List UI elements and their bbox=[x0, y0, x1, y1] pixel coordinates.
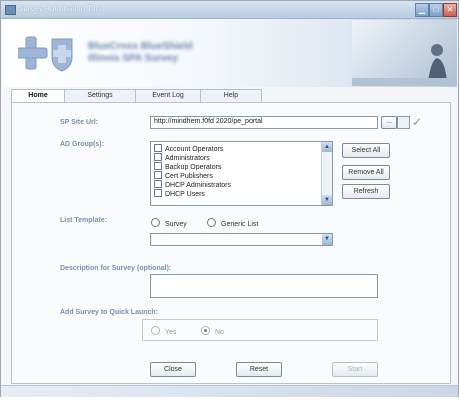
app-icon bbox=[5, 5, 16, 15]
banner-artwork bbox=[352, 20, 457, 86]
tab-settings[interactable]: Settings bbox=[64, 89, 136, 102]
list-item[interactable]: Cert Publishers bbox=[154, 171, 213, 180]
browse-button[interactable]: ... bbox=[381, 116, 397, 129]
scroll-down-icon[interactable]: ▼ bbox=[322, 195, 332, 205]
window-title: Survey Automation Tool bbox=[18, 4, 102, 13]
home-panel: SP Site Url: http://mindhem.f0fd 2020/pe… bbox=[11, 102, 451, 384]
list-item[interactable]: DHCP Administrators bbox=[154, 180, 231, 189]
list-item[interactable]: Backup Operators bbox=[154, 162, 221, 171]
close-button[interactable]: Close bbox=[150, 362, 196, 377]
yes-radio[interactable]: Yes bbox=[151, 326, 176, 336]
sp-site-label: SP Site Url: bbox=[60, 119, 98, 126]
checkbox[interactable] bbox=[154, 180, 162, 188]
quick-launch-group: Yes No bbox=[142, 319, 378, 341]
quick-launch-label: Add Survey to Quick Launch: bbox=[60, 309, 159, 316]
tab-event-log[interactable]: Event Log bbox=[135, 89, 201, 102]
checkbox[interactable] bbox=[154, 189, 162, 197]
header-banner: BlueCross BlueShield Illinois SPA Survey bbox=[2, 19, 457, 87]
list-template-select[interactable]: ▼ bbox=[150, 233, 333, 246]
minimize-button[interactable]: ▁ bbox=[415, 3, 429, 17]
list-item[interactable]: Account Operators bbox=[154, 144, 223, 153]
refresh-button[interactable]: Refresh bbox=[342, 184, 390, 199]
validate-box bbox=[397, 116, 410, 129]
tab-help[interactable]: Help bbox=[200, 89, 262, 102]
list-template-label: List Template: bbox=[60, 217, 107, 224]
list-item[interactable]: DHCP Users bbox=[154, 189, 205, 198]
tab-home[interactable]: Home bbox=[11, 89, 65, 103]
sp-site-url-input[interactable]: http://mindhem.f0fd 2020/pe_portal bbox=[150, 116, 378, 129]
start-button[interactable]: Start bbox=[332, 362, 378, 377]
chevron-down-icon[interactable]: ▼ bbox=[322, 234, 332, 245]
generic-list-radio[interactable]: Generic List bbox=[207, 218, 258, 228]
maximize-button[interactable]: □ bbox=[429, 3, 443, 17]
scroll-up-icon[interactable]: ▲ bbox=[322, 142, 332, 152]
list-item[interactable]: Administrators bbox=[154, 153, 210, 162]
close-window-button[interactable]: ✕ bbox=[443, 3, 457, 17]
description-input[interactable] bbox=[150, 274, 378, 298]
bcbs-logo-icon bbox=[18, 36, 73, 72]
survey-radio[interactable]: Survey bbox=[151, 218, 187, 228]
title-bar[interactable]: Survey Automation Tool ▁ □ ✕ bbox=[1, 1, 458, 19]
checkbox[interactable] bbox=[154, 144, 162, 152]
list-scrollbar[interactable]: ▲ ▼ bbox=[321, 142, 332, 205]
no-radio[interactable]: No bbox=[201, 326, 224, 336]
ad-groups-label: AD Group(s): bbox=[60, 141, 104, 148]
remove-all-button[interactable]: Remove All bbox=[342, 165, 390, 180]
checkbox[interactable] bbox=[154, 162, 162, 170]
check-icon: ✓ bbox=[412, 115, 423, 129]
description-label: Description for Survey (optional): bbox=[60, 265, 172, 272]
select-all-button[interactable]: Select All bbox=[342, 143, 390, 158]
status-bar bbox=[1, 385, 458, 397]
reset-button[interactable]: Reset bbox=[236, 362, 282, 377]
app-window: Survey Automation Tool ▁ □ ✕ BlueCross B… bbox=[0, 0, 459, 397]
org-name: BlueCross BlueShield Illinois SPA Survey bbox=[88, 41, 193, 64]
checkbox[interactable] bbox=[154, 171, 162, 179]
checkbox[interactable] bbox=[154, 153, 162, 161]
ad-groups-list[interactable]: Account Operators Administrators Backup … bbox=[150, 141, 333, 206]
